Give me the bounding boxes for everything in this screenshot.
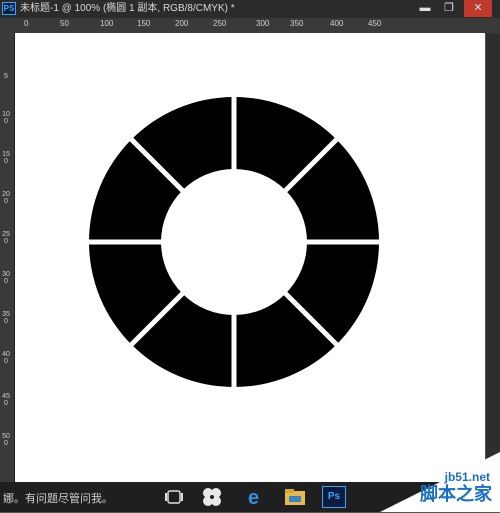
maximize-button[interactable]: ❐: [438, 0, 460, 17]
document-title: 未标题-1 @ 100% (椭圆 1 副本, RGB/8/CMYK) *: [20, 3, 235, 14]
file-explorer-icon[interactable]: [283, 486, 307, 508]
ruler-v-label: 250: [2, 231, 10, 245]
pinwheel-app-icon[interactable]: [200, 486, 224, 508]
ruler-v-label: 450: [2, 393, 10, 407]
ruler-h-label: 200: [175, 19, 189, 28]
task-view-icon[interactable]: [162, 486, 186, 508]
cortana-search-hint[interactable]: 娜。有问题尽管问我。: [3, 490, 113, 506]
segmented-ring-artwork: [89, 97, 379, 387]
title-bar: PS 未标题-1 @ 100% (椭圆 1 副本, RGB/8/CMYK) * …: [0, 0, 500, 18]
horizontal-ruler[interactable]: 0 50 100 150 200 250 300 350 400 450: [0, 18, 500, 34]
ruler-h-label: 50: [60, 19, 69, 28]
ruler-v-label: 5: [4, 73, 8, 80]
ruler-v-label: 300: [2, 271, 10, 285]
ruler-v-label: 150: [2, 151, 10, 165]
photoshop-app-icon[interactable]: PS: [2, 2, 16, 15]
ruler-h-label: 100: [100, 19, 114, 28]
ruler-h-label: 450: [368, 19, 382, 28]
ring-shape[interactable]: [89, 97, 379, 387]
svg-text:e: e: [248, 487, 259, 508]
minimize-button[interactable]: ▬: [414, 0, 436, 17]
watermark-name: 脚本之家: [420, 484, 492, 504]
ruler-h-label: 0: [24, 19, 29, 28]
watermark: jb51.net 脚本之家: [340, 452, 500, 512]
ruler-h-label: 250: [213, 19, 227, 28]
ruler-h-label: 350: [290, 19, 304, 28]
ruler-h-label: 300: [256, 19, 270, 28]
ruler-h-label: 400: [330, 19, 344, 28]
ruler-v-label: 350: [2, 311, 10, 325]
ruler-v-label: 100: [2, 111, 10, 125]
vertical-ruler[interactable]: 5 100 150 200 250 300 350 400 450 500: [0, 33, 15, 482]
close-button[interactable]: ✕: [464, 0, 492, 17]
vertical-scrollbar[interactable]: [486, 33, 500, 482]
ruler-v-label: 400: [2, 351, 10, 365]
document-canvas[interactable]: [15, 33, 485, 482]
edge-browser-icon[interactable]: e: [244, 486, 268, 509]
ruler-v-label: 200: [2, 191, 10, 205]
ruler-v-label: 500: [2, 433, 10, 447]
ruler-h-label: 150: [137, 19, 151, 28]
